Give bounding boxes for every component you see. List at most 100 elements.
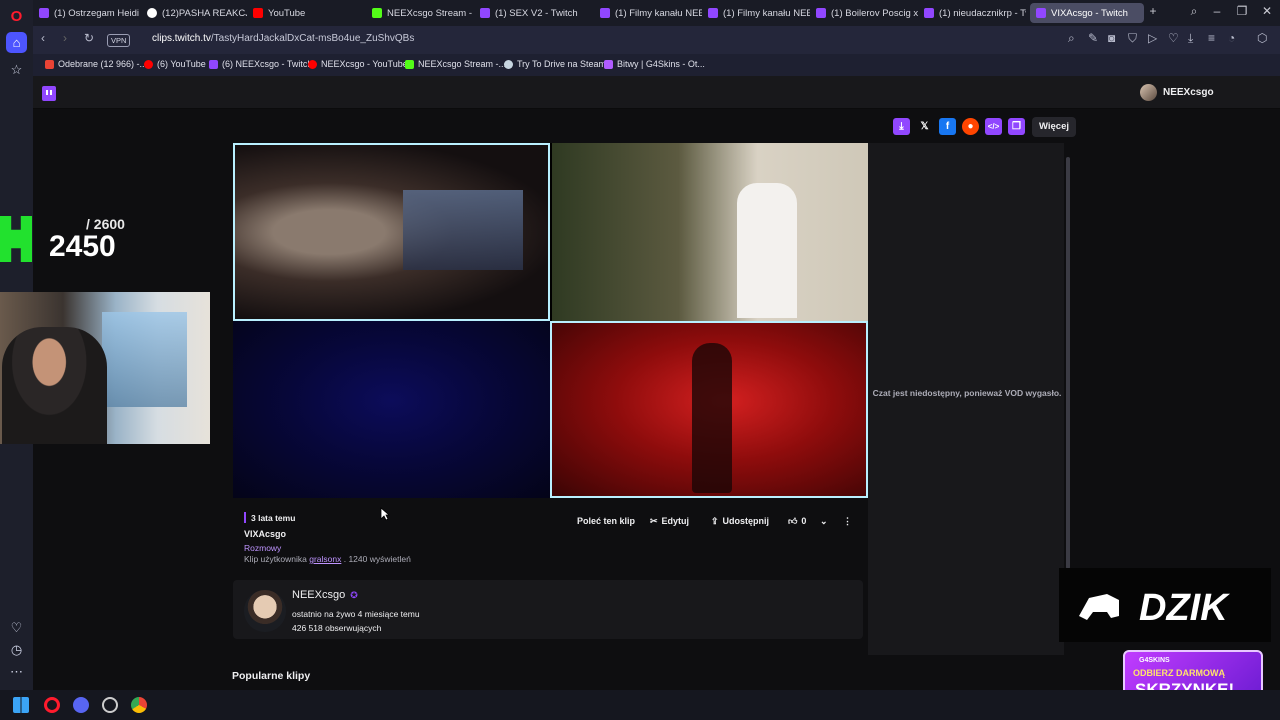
monitor-shape xyxy=(403,190,523,270)
tab[interactable]: (1) SEX V2 - Twitch xyxy=(474,3,584,23)
steam-icon xyxy=(504,59,513,69)
heart-icon[interactable]: ♡ xyxy=(1168,31,1179,45)
minimize-button[interactable]: – xyxy=(1208,4,1226,18)
user-menu[interactable]: NEEXcsgo ⌄ xyxy=(1140,84,1280,101)
camera-icon[interactable]: ◙ xyxy=(1108,31,1115,45)
channel-name[interactable]: VIXAcsgo xyxy=(244,529,286,539)
embed-icon[interactable]: </> xyxy=(985,118,1002,135)
discord-icon[interactable] xyxy=(73,697,89,713)
chrome-icon[interactable] xyxy=(131,697,147,713)
close-button[interactable]: ✕ xyxy=(1258,4,1276,18)
forward-icon[interactable]: › xyxy=(63,31,67,45)
bookmark-twitch[interactable]: (6) NEEXcsgo - Twitch xyxy=(209,59,312,69)
settings-icon[interactable] xyxy=(102,697,118,713)
search-icon[interactable]: ⌕ xyxy=(1068,31,1075,46)
tab-label: (1) Filmy kanału NEEXcs xyxy=(723,7,810,19)
heart-icon[interactable]: ♡ xyxy=(6,617,27,638)
view-count: . 1240 wyświetleń xyxy=(343,554,411,564)
tab[interactable]: NEEXcsgo Stream - Wat xyxy=(366,3,474,23)
video-player[interactable] xyxy=(233,143,868,498)
tab[interactable]: (1) Filmy kanału NEEXcs xyxy=(702,3,810,23)
edit-button[interactable]: ✂ Edytuj xyxy=(650,513,689,529)
more-icon[interactable]: ⋯ xyxy=(6,661,27,682)
profile-icon[interactable]: ◔ xyxy=(1228,31,1235,45)
bookmark-youtube[interactable]: (6) YouTube xyxy=(144,59,206,69)
back-icon[interactable]: ‹ xyxy=(41,31,45,45)
shield-icon[interactable]: ⛉ xyxy=(1128,31,1137,46)
tab-label: (1) Ostrzegam Heidi wch xyxy=(54,7,141,19)
bookmark-label: Bitwy | G4Skins - Ot... xyxy=(617,59,705,69)
twitch-icon xyxy=(708,8,718,18)
like-button[interactable]: 👍︎ 0 xyxy=(788,513,806,529)
bookmark-kick[interactable]: NEEXcsgo Stream -... xyxy=(405,59,506,69)
channel-card-name[interactable]: NEEXcsgo xyxy=(292,589,345,601)
tab-label: (1) nieudacznikrp - Twit xyxy=(939,7,1026,19)
channel-card[interactable]: NEEXcsgo ✪ ostatnio na żywo 4 miesiące t… xyxy=(233,580,863,639)
tab[interactable]: (1) Ostrzegam Heidi wch xyxy=(33,3,141,23)
opera-icon[interactable] xyxy=(44,697,60,713)
tab-label: (12)PASHA REAKCJA NA xyxy=(162,7,247,19)
cursor-icon xyxy=(380,507,390,521)
category-link[interactable]: Rozmowy xyxy=(244,543,281,553)
kick-icon xyxy=(372,8,382,18)
clip-age: 3 lata temu xyxy=(251,513,296,523)
bookmarks-bar: Odebrane (12 966) -... (6) YouTube (6) N… xyxy=(33,54,1280,76)
bookmark-youtube-channel[interactable]: NEEXcsgo - YouTube xyxy=(308,59,408,69)
history-icon[interactable]: ◷ xyxy=(6,639,27,660)
reddit-icon[interactable]: ● xyxy=(962,118,979,135)
home-icon[interactable]: ⌂ xyxy=(6,32,27,53)
twitch-icon xyxy=(816,8,826,18)
bookmark-steam[interactable]: Try To Drive na Steam xyxy=(504,59,606,69)
twitch-logo-icon[interactable] xyxy=(42,86,56,101)
clipper-link[interactable]: gralsonx xyxy=(309,554,341,564)
avatar[interactable] xyxy=(244,590,286,632)
scrollbar-thumb[interactable] xyxy=(1066,157,1070,569)
opera-logo-icon[interactable]: O xyxy=(6,6,27,27)
tab-label: (1) Boilerov Poscig xD ka xyxy=(831,7,918,19)
twitch-icon xyxy=(924,8,934,18)
recommend-button[interactable]: Poleć ten klip xyxy=(577,513,635,529)
chevron-down-icon[interactable]: ⌄ xyxy=(820,513,828,529)
tab[interactable]: YouTube xyxy=(247,3,357,23)
star-icon[interactable]: ☆ xyxy=(6,59,27,80)
facebook-icon[interactable]: f xyxy=(939,118,956,135)
tab[interactable]: (1) nieudacznikrp - Twit xyxy=(918,3,1026,23)
play-icon[interactable]: ▷ xyxy=(1148,31,1157,45)
tab[interactable]: (1) Boilerov Poscig xD ka xyxy=(810,3,918,23)
windows-start-icon[interactable] xyxy=(13,697,29,713)
maximize-button[interactable]: ❐ xyxy=(1233,4,1251,18)
edit-icon[interactable]: ✎ xyxy=(1088,31,1098,45)
youtube-icon xyxy=(144,59,153,69)
vpn-badge[interactable]: VPN xyxy=(107,34,131,47)
share-button[interactable]: ⇪ Udostępnij xyxy=(711,513,769,529)
twitch-header: NEEXcsgo ⌄ xyxy=(33,76,1280,109)
tab-label: VIXAcsgo - Twitch xyxy=(1051,7,1128,19)
tab[interactable]: (1) Filmy kanału NEEXcs xyxy=(594,3,702,23)
menu-icon[interactable]: ≡ xyxy=(1208,31,1215,45)
download-icon[interactable]: ⤓ xyxy=(893,118,910,135)
more-button[interactable]: Więcej xyxy=(1032,117,1077,137)
username: NEEXcsgo xyxy=(1163,87,1214,98)
tab[interactable]: (12)PASHA REAKCJA NA xyxy=(141,3,247,23)
reload-icon[interactable]: ↻ xyxy=(84,31,94,45)
bookmark-label: NEEXcsgo - YouTube xyxy=(321,59,408,69)
more-options-icon[interactable]: ⋮ xyxy=(843,513,852,529)
copy-icon[interactable]: ❐ xyxy=(1008,118,1025,135)
person-shape xyxy=(737,183,797,318)
gmail-icon xyxy=(45,59,54,69)
bookmark-g4skins[interactable]: Bitwy | G4Skins - Ot... xyxy=(604,59,705,69)
address-bar: ‹ › ↻ VPN clips.twitch.tv/TastyHardJacka… xyxy=(33,26,1280,54)
tab-active[interactable]: VIXAcsgo - Twitch xyxy=(1030,3,1144,23)
bookmark-gmail[interactable]: Odebrane (12 966) -... xyxy=(45,59,147,69)
follower-count: 426 518 obserwujących xyxy=(292,623,382,633)
url-field[interactable]: clips.twitch.tv/TastyHardJackalDxCat-msB… xyxy=(152,33,414,44)
dzik-text: DZIK xyxy=(1139,587,1230,629)
extensions-icon[interactable]: ⬡ xyxy=(1257,31,1267,45)
download-icon[interactable]: ⤓ xyxy=(1188,31,1193,46)
kick-logo-icon xyxy=(0,216,32,262)
new-tab-button[interactable]: + xyxy=(1144,4,1162,18)
x-twitter-icon[interactable]: 𝕏 xyxy=(916,118,933,135)
thumbs-up-icon: 👍︎ xyxy=(788,515,798,526)
search-tabs-icon[interactable]: ⌕ xyxy=(1185,4,1203,19)
bookmark-label: Try To Drive na Steam xyxy=(517,59,607,69)
